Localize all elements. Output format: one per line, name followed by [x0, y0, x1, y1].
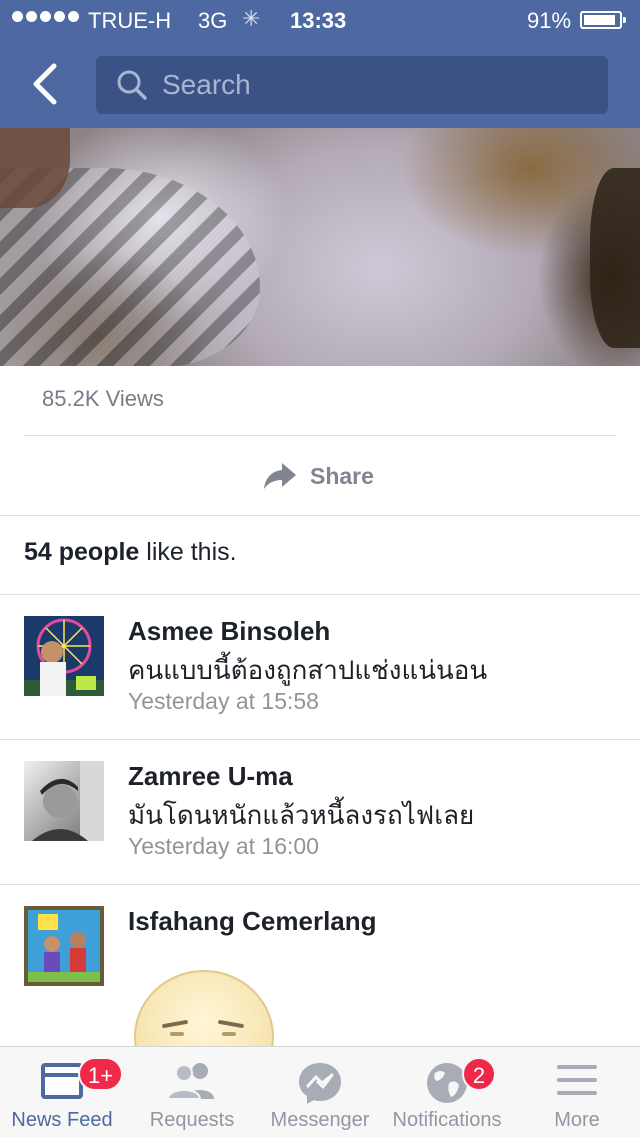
comment-text: คนแบบนี้ต้องถูกสาปแช่งแน่นอน: [128, 655, 488, 685]
tab-label: News Feed: [11, 1109, 113, 1131]
comment-timestamp: Yesterday at 15:58: [128, 688, 319, 714]
news-feed-badge: 1+: [78, 1057, 124, 1091]
back-button[interactable]: [28, 62, 68, 106]
video-frame-detail: [590, 168, 640, 348]
divider: [24, 435, 616, 436]
comment-item: Zamree U-ma มันโดนหนักแล้วหนี้ลงรถไฟเลย …: [0, 739, 640, 884]
battery-icon: [580, 11, 626, 29]
avatar[interactable]: [24, 616, 104, 696]
tab-more[interactable]: More: [514, 1047, 640, 1137]
tab-messenger[interactable]: Messenger: [260, 1047, 380, 1137]
tab-news-feed[interactable]: 1+ News Feed: [0, 1047, 124, 1137]
news-feed-icon: [41, 1063, 83, 1099]
comment-item: Isfahang Cemerlang: [0, 884, 640, 1046]
search-icon: [117, 70, 147, 100]
divider: [0, 515, 640, 516]
friend-requests-icon: [166, 1063, 214, 1100]
share-button[interactable]: Share: [262, 456, 374, 496]
tab-notifications[interactable]: 2 Notifications: [380, 1047, 514, 1137]
search-placeholder: Search: [162, 69, 251, 100]
status-bar: TRUE-H 3G ✳ 13:33 91%: [0, 0, 640, 40]
likes-count: 54 people: [24, 538, 140, 566]
battery-percent: 91%: [527, 8, 572, 33]
navigation-header: TRUE-H 3G ✳ 13:33 91% Search: [0, 0, 640, 128]
tab-requests[interactable]: Requests: [124, 1047, 260, 1137]
messenger-icon: [299, 1063, 341, 1104]
tab-label: More: [554, 1109, 600, 1131]
chevron-left-icon: [33, 63, 57, 105]
tab-label: Requests: [149, 1109, 235, 1131]
avatar[interactable]: [24, 906, 104, 986]
comment-text: มันโดนหนักแล้วหนี้ลงรถไฟเลย: [128, 800, 475, 830]
comment-author[interactable]: Asmee Binsoleh: [128, 616, 330, 647]
view-count: 85.2K Views: [42, 386, 164, 411]
notifications-badge: 2: [462, 1057, 496, 1091]
video-player[interactable]: [0, 128, 640, 366]
tab-label: Notifications: [392, 1109, 502, 1131]
share-arrow-icon: [264, 463, 296, 489]
activity-spinner-icon: ✳: [242, 6, 261, 31]
carrier-name: TRUE-H: [88, 8, 172, 33]
clock-time: 13:33: [290, 8, 347, 33]
hamburger-menu-icon: [557, 1065, 597, 1095]
likes-summary[interactable]: 54 people like this.: [24, 538, 237, 567]
comment-author[interactable]: Zamree U-ma: [128, 761, 293, 792]
likes-suffix: like this.: [139, 538, 237, 566]
tab-label: Messenger: [270, 1109, 370, 1131]
search-input[interactable]: Search: [96, 56, 608, 114]
network-type: 3G: [198, 8, 228, 33]
share-label: Share: [310, 462, 374, 489]
avatar[interactable]: [24, 761, 104, 841]
signal-strength-icon: [12, 11, 79, 22]
comment-item: Asmee Binsoleh คนแบบนี้ต้องถูกสาปแช่งแน่…: [0, 594, 640, 739]
comment-author[interactable]: Isfahang Cemerlang: [128, 906, 377, 937]
comment-timestamp: Yesterday at 16:00: [128, 833, 319, 859]
tab-bar: 1+ News Feed Requests Messenger 2 Notifi…: [0, 1046, 640, 1137]
